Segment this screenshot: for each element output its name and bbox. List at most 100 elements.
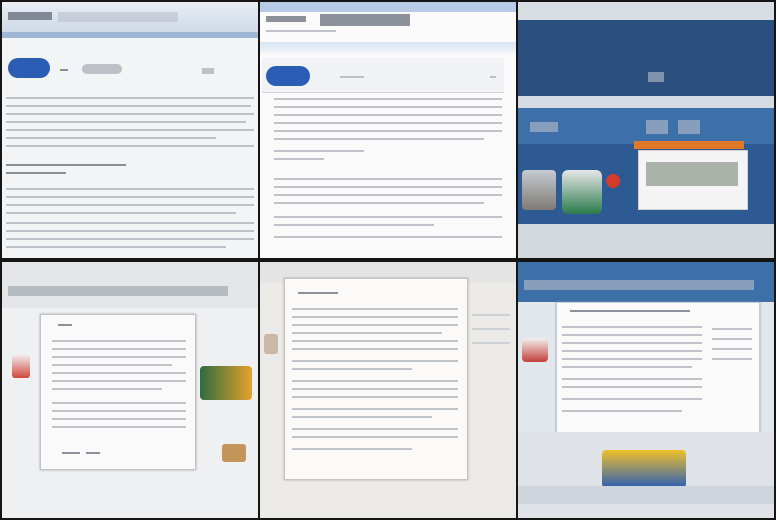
text-line: [6, 145, 254, 147]
nav-icon[interactable]: [490, 76, 496, 78]
text-line: [292, 396, 458, 398]
text-line: [274, 150, 364, 152]
text-line: [6, 230, 254, 232]
product-image[interactable]: [522, 170, 556, 210]
text-line: [52, 340, 186, 342]
dialog-title: [298, 292, 338, 294]
browser-chrome: [260, 2, 516, 12]
side-text: [712, 348, 752, 350]
text-line: [274, 114, 502, 116]
side-text: [472, 328, 510, 330]
hero-header: [518, 20, 774, 96]
text-line: [6, 188, 254, 190]
nav-separator: [60, 69, 68, 71]
side-text: [472, 342, 510, 344]
text-line: [274, 106, 502, 108]
text-line: [292, 416, 432, 418]
text-line: [6, 238, 254, 240]
top-strip: [518, 2, 774, 20]
menu-strip[interactable]: [260, 42, 516, 54]
menu-bar[interactable]: [518, 96, 774, 108]
footer-strip: [518, 224, 774, 258]
tile-4: [2, 262, 258, 518]
text-line: [292, 408, 458, 410]
text-line: [6, 137, 216, 139]
dialog-window[interactable]: [40, 314, 196, 470]
text-line: [274, 130, 502, 132]
text-line: [6, 121, 246, 123]
site-title-text: [8, 12, 52, 20]
subheader-icon[interactable]: [530, 122, 558, 132]
text-line: [292, 348, 458, 350]
dialog-button[interactable]: [86, 452, 100, 454]
text-line: [52, 402, 186, 404]
text-line: [292, 308, 458, 310]
text-line: [274, 224, 434, 226]
subheader-icon[interactable]: [646, 120, 668, 134]
text-line: [562, 366, 692, 368]
text-line: [52, 356, 186, 358]
header-icon[interactable]: [648, 72, 664, 82]
text-line: [292, 448, 412, 450]
product-image[interactable]: [562, 170, 602, 214]
text-line: [52, 380, 186, 382]
menu-strip[interactable]: [2, 32, 258, 38]
text-line: [6, 196, 254, 198]
text-line: [562, 398, 702, 400]
text-line: [6, 113, 254, 115]
dialog-button[interactable]: [62, 452, 80, 454]
text-line: [562, 350, 702, 352]
text-line: [6, 222, 254, 224]
badge-icon: [606, 174, 620, 188]
text-line: [292, 368, 412, 370]
text-line: [292, 388, 458, 390]
text-line: [562, 342, 702, 344]
nav-link[interactable]: [82, 64, 122, 74]
text-line: [6, 164, 126, 166]
tile-5: [260, 262, 516, 518]
promo-content: [646, 162, 738, 186]
text-line: [274, 138, 484, 140]
footer-strip: [518, 486, 774, 504]
brand-logo[interactable]: [8, 58, 50, 78]
site-banner-text: [8, 286, 228, 296]
side-text: [472, 314, 510, 316]
site-banner-text: [524, 280, 754, 290]
text-line: [274, 216, 502, 218]
promo-header[interactable]: [634, 141, 744, 149]
text-line: [292, 324, 458, 326]
text-line: [292, 436, 458, 438]
text-line: [52, 410, 186, 412]
side-image[interactable]: [12, 354, 30, 378]
brand-logo[interactable]: [266, 66, 310, 86]
text-line: [292, 380, 458, 382]
text-line: [6, 246, 226, 248]
text-line: [292, 332, 442, 334]
text-line: [292, 360, 458, 362]
page-header: [2, 262, 258, 308]
text-line: [6, 97, 254, 99]
text-line: [274, 236, 502, 238]
nav-link[interactable]: [340, 76, 364, 78]
side-image[interactable]: [200, 366, 252, 400]
text-line: [52, 372, 186, 374]
dialog-window[interactable]: [556, 302, 760, 434]
dialog-title: [570, 310, 690, 312]
tile-2: [260, 2, 516, 258]
text-line: [6, 172, 66, 174]
product-image[interactable]: [602, 450, 686, 488]
site-banner-text: [58, 12, 178, 22]
tagline-text: [266, 30, 336, 32]
side-image[interactable]: [522, 338, 548, 362]
nav-icon[interactable]: [202, 68, 214, 74]
side-image[interactable]: [264, 334, 278, 354]
tile-3: [518, 2, 774, 258]
site-title-text: [266, 16, 306, 22]
text-line: [562, 334, 702, 336]
text-line: [52, 364, 172, 366]
text-line: [562, 386, 702, 388]
text-line: [274, 122, 502, 124]
text-line: [274, 186, 502, 188]
side-image[interactable]: [222, 444, 246, 462]
subheader-icon[interactable]: [678, 120, 700, 134]
